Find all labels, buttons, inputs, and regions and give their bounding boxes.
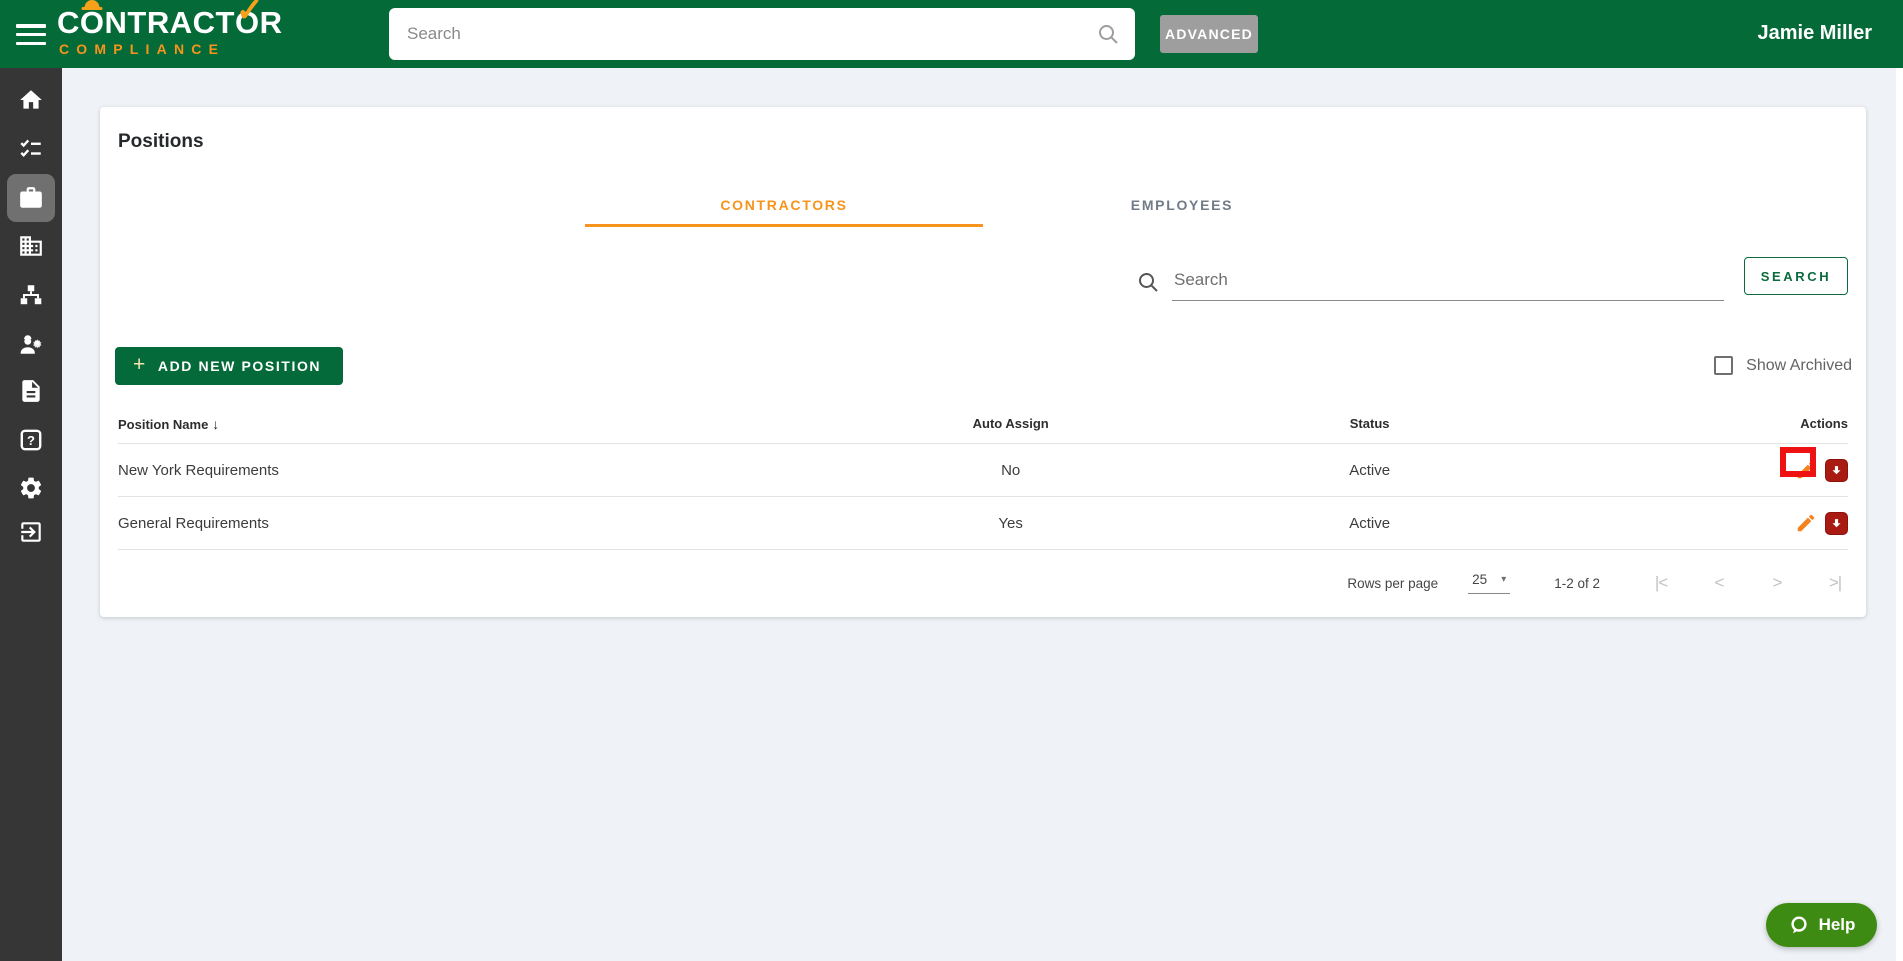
help-button[interactable]: Help xyxy=(1766,903,1877,947)
sidebar-nav: ? xyxy=(0,68,62,961)
table-search-input[interactable] xyxy=(1172,265,1724,301)
help-icon: ? xyxy=(20,429,42,451)
org-chart-icon xyxy=(20,285,42,305)
previous-page-button[interactable]: < xyxy=(1706,573,1732,593)
column-header-auto-assign[interactable]: Auto Assign xyxy=(872,416,1149,431)
checklist-icon xyxy=(20,139,41,157)
rows-per-page-select[interactable]: 25 ▾ xyxy=(1468,572,1511,594)
checkmark-icon: O ✓ xyxy=(234,0,265,40)
user-menu[interactable]: Jamie Miller xyxy=(1757,22,1872,45)
search-button[interactable]: SEARCH xyxy=(1744,257,1848,295)
archive-position-button[interactable] xyxy=(1824,511,1848,535)
global-search xyxy=(389,8,1135,60)
app-header: CONTRACTO✓R COMPLIANCE ADVANCED Jamie Mi… xyxy=(0,0,1903,68)
add-new-position-button[interactable]: + ADD NEW POSITION xyxy=(115,347,344,385)
positions-card: Positions CONTRACTORS EMPLOYEES SEARCH +… xyxy=(100,107,1866,617)
tab-contractors[interactable]: CONTRACTORS xyxy=(585,185,983,227)
page-scrollbar[interactable] xyxy=(1896,68,1903,961)
show-archived-checkbox[interactable] xyxy=(1714,356,1734,375)
edit-pencil-icon xyxy=(1797,514,1815,532)
briefcase-icon xyxy=(20,187,42,208)
sidebar-item-settings[interactable] xyxy=(7,464,55,512)
sidebar-item-org-chart[interactable] xyxy=(7,271,55,319)
sidebar-item-company[interactable] xyxy=(7,222,55,270)
plus-icon: + xyxy=(133,353,147,376)
archive-down-arrow-icon xyxy=(1832,465,1841,474)
rows-per-page-value: 25 xyxy=(1472,572,1488,587)
sidebar-item-tasks[interactable] xyxy=(7,124,55,172)
svg-text:?: ? xyxy=(27,433,35,448)
app-logo[interactable]: CO NTRACTO ✓ R COMPLIANCE xyxy=(57,0,283,57)
page-title: Positions xyxy=(118,131,204,152)
tab-employees[interactable]: EMPLOYEES xyxy=(983,185,1381,227)
add-new-position-label: ADD NEW POSITION xyxy=(157,358,322,374)
position-name-cell: General Requirements xyxy=(118,514,269,532)
advanced-search-button[interactable]: ADVANCED xyxy=(1160,15,1258,53)
auto-assign-cell: No xyxy=(1001,461,1021,479)
archive-down-arrow-icon xyxy=(1832,518,1841,527)
show-archived-control: Show Archived xyxy=(1714,356,1852,375)
document-icon xyxy=(22,380,40,402)
edit-position-button[interactable] xyxy=(1779,447,1818,482)
table-header-row: Position Name ↓ Auto Assign Status Action… xyxy=(118,404,1848,444)
building-icon xyxy=(20,236,42,256)
status-cell: Active xyxy=(1349,461,1391,479)
column-header-status[interactable]: Status xyxy=(1149,416,1590,431)
logout-icon xyxy=(21,522,41,542)
last-page-button[interactable]: >| xyxy=(1822,573,1848,593)
sidebar-item-help[interactable]: ? xyxy=(7,416,55,464)
show-archived-label: Show Archived xyxy=(1746,356,1852,374)
help-label: Help xyxy=(1818,915,1856,934)
logo-line2: COMPLIANCE xyxy=(59,41,226,57)
menu-icon[interactable] xyxy=(16,24,46,45)
hard-hat-icon: O xyxy=(80,0,105,38)
next-page-button[interactable]: > xyxy=(1764,573,1790,593)
search-icon xyxy=(1099,24,1118,44)
edit-pencil-icon xyxy=(1797,461,1815,479)
edit-position-button[interactable] xyxy=(1794,511,1818,535)
positions-tabs: CONTRACTORS EMPLOYEES xyxy=(585,185,1381,227)
column-header-position-name[interactable]: Position Name ↓ xyxy=(118,416,872,432)
table-search-icon xyxy=(1139,272,1158,292)
column-header-actions: Actions xyxy=(1800,416,1848,431)
home-icon xyxy=(20,90,42,109)
gear-icon xyxy=(20,477,42,499)
status-cell: Active xyxy=(1349,514,1391,532)
global-search-input[interactable] xyxy=(389,8,1135,60)
sidebar-item-logout[interactable] xyxy=(7,508,55,556)
auto-assign-cell: Yes xyxy=(998,514,1023,532)
sort-desc-icon: ↓ xyxy=(212,415,220,432)
sidebar-item-positions[interactable] xyxy=(7,174,55,222)
table-row: New York Requirements No Active xyxy=(118,444,1848,497)
logo-line1: CO NTRACTO ✓ R xyxy=(57,0,283,40)
table-pagination: Rows per page 25 ▾ 1-2 of 2 |< < > >| xyxy=(118,550,1848,616)
sidebar-item-documents[interactable] xyxy=(7,367,55,415)
positions-table: Position Name ↓ Auto Assign Status Action… xyxy=(118,404,1848,550)
worker-gear-icon xyxy=(20,335,42,354)
chat-bubble-icon xyxy=(1790,916,1807,934)
position-name-cell: New York Requirements xyxy=(118,461,279,479)
sidebar-item-home[interactable] xyxy=(7,76,55,124)
table-row: General Requirements Yes Active xyxy=(118,497,1848,550)
first-page-button[interactable]: |< xyxy=(1648,573,1674,593)
chevron-down-icon: ▾ xyxy=(1501,574,1507,585)
rows-per-page-label: Rows per page xyxy=(1347,575,1439,591)
sidebar-item-workers[interactable] xyxy=(7,320,55,368)
pagination-range: 1-2 of 2 xyxy=(1554,575,1600,591)
archive-position-button[interactable] xyxy=(1824,458,1848,482)
